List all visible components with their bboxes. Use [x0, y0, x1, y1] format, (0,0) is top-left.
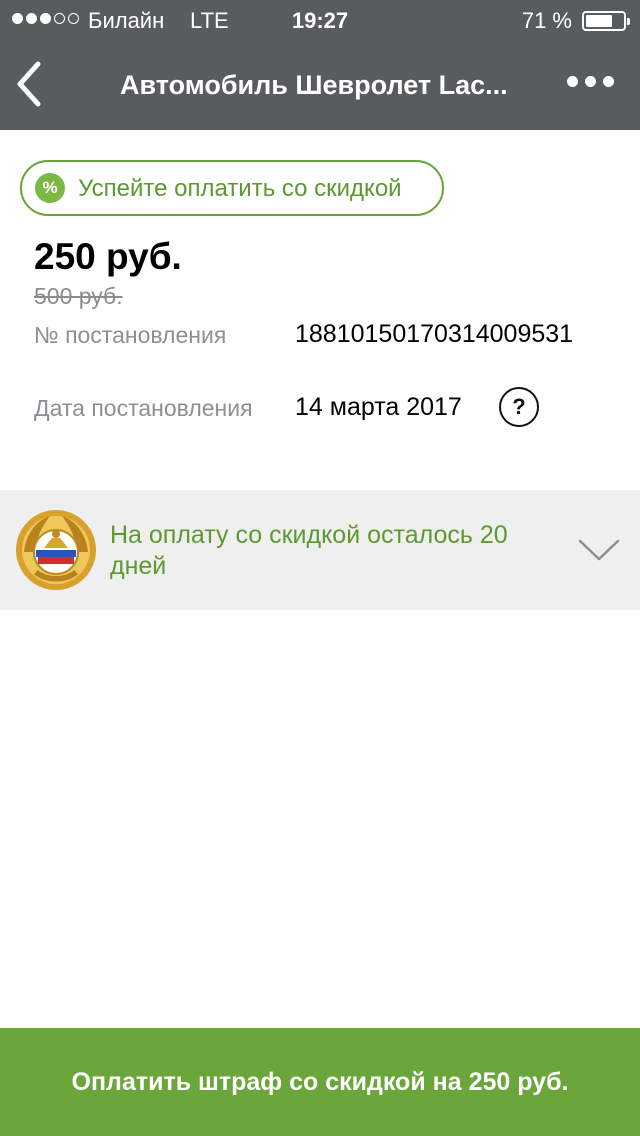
discount-countdown-row[interactable]: На оплату со скидкой осталось 20 дней: [0, 490, 640, 610]
battery-tip: [627, 18, 630, 25]
resolution-date-value: 14 марта 2017: [295, 393, 462, 421]
fine-old-amount: 500 руб.: [34, 283, 123, 309]
resolution-number-label: № постановления: [34, 322, 227, 348]
pay-fine-button[interactable]: Оплатить штраф со скидкой на 250 руб.: [0, 1028, 640, 1136]
resolution-number-value: 18810150170314009531: [295, 320, 574, 348]
percent-icon: %: [35, 173, 65, 203]
countdown-text: На оплату со скидкой осталось 20 дней: [110, 521, 508, 580]
battery-fill: [586, 15, 612, 27]
discount-badge[interactable]: % Успейте оплатить со скидкой: [20, 160, 444, 216]
resolution-date-label: Дата постановления: [34, 395, 253, 421]
header: Билайн LTE 19:27 71 % Автомобиль Шевроле…: [0, 0, 640, 130]
gibdd-emblem: [16, 510, 96, 590]
battery-icon: [582, 11, 630, 31]
help-button[interactable]: ?: [499, 387, 539, 427]
page-title: Автомобиль Шевролет Lac...: [120, 70, 508, 100]
nav-bar: Автомобиль Шевролет Lac...: [0, 40, 640, 130]
chevron-left-icon: [17, 61, 41, 107]
back-button[interactable]: [10, 58, 54, 110]
battery-percent: 71 %: [521, 8, 572, 33]
chevron-down-icon: [578, 539, 620, 561]
more-options-button[interactable]: [567, 76, 614, 87]
more-horizontal-icon: [603, 76, 614, 87]
fine-amount: 250 руб.: [34, 236, 182, 277]
discount-badge-label: Успейте оплатить со скидкой: [78, 175, 402, 202]
status-bar: Билайн LTE 19:27 71 %: [0, 0, 640, 40]
more-horizontal-icon: [585, 76, 596, 87]
more-horizontal-icon: [567, 76, 578, 87]
